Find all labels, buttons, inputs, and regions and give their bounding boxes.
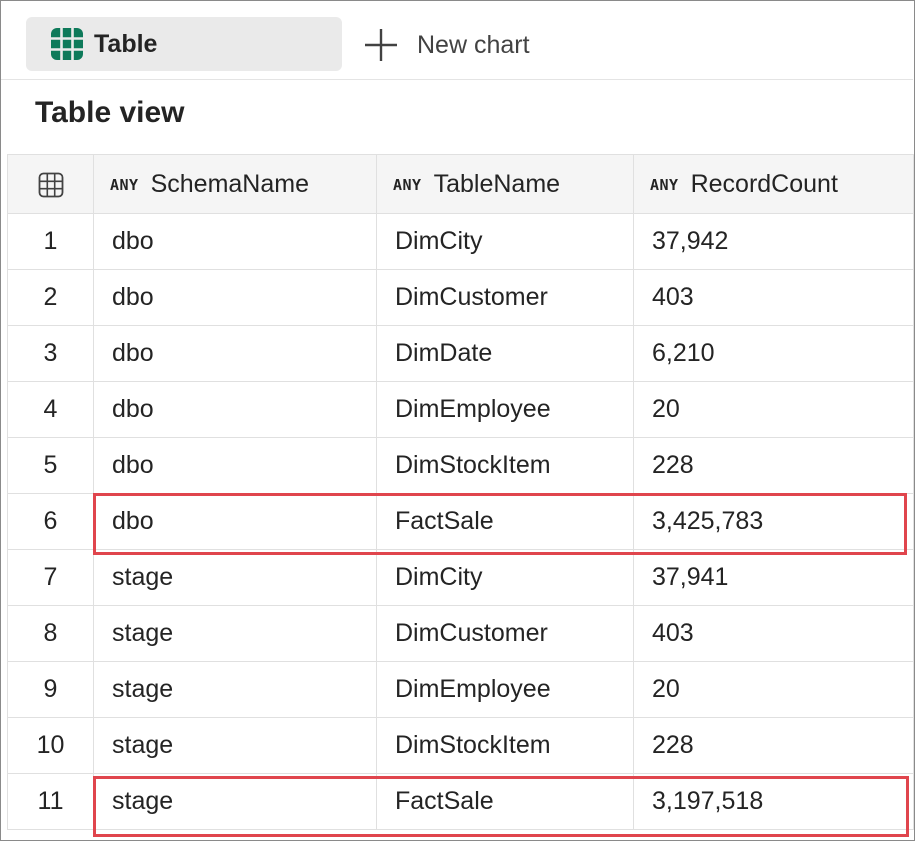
table-row[interactable]: 4 dbo DimEmployee 20 <box>7 381 914 438</box>
table-row[interactable]: 6 dbo FactSale 3,425,783 <box>7 493 914 550</box>
cell-tablename[interactable]: DimEmployee <box>376 381 634 438</box>
column-header-recordcount[interactable]: ANY RecordCount <box>633 154 914 214</box>
table-row[interactable]: 7 stage DimCity 37,941 <box>7 549 914 606</box>
cell-recordcount[interactable]: 37,942 <box>633 213 914 270</box>
cell-schemaname[interactable]: dbo <box>93 213 377 270</box>
table-row[interactable]: 10 stage DimStockItem 228 <box>7 717 914 774</box>
cell-recordcount[interactable]: 3,197,518 <box>633 773 914 830</box>
row-number: 3 <box>7 325 94 382</box>
table-row[interactable]: 9 stage DimEmployee 20 <box>7 661 914 718</box>
view-header: Table view <box>1 80 913 154</box>
row-number: 10 <box>7 717 94 774</box>
column-header-tablename[interactable]: ANY TableName <box>376 154 634 214</box>
cell-schemaname[interactable]: stage <box>93 661 377 718</box>
row-number: 11 <box>7 773 94 830</box>
cell-tablename[interactable]: DimStockItem <box>376 437 634 494</box>
cell-schemaname[interactable]: stage <box>93 773 377 830</box>
table-small-icon <box>37 171 65 199</box>
cell-schemaname[interactable]: dbo <box>93 381 377 438</box>
row-number: 2 <box>7 269 94 326</box>
column-header-label: SchemaName <box>150 169 309 198</box>
cell-recordcount[interactable]: 37,941 <box>633 549 914 606</box>
cell-tablename[interactable]: DimCustomer <box>376 605 634 662</box>
cell-tablename[interactable]: DimDate <box>376 325 634 382</box>
cell-tablename[interactable]: DimStockItem <box>376 717 634 774</box>
cell-recordcount[interactable]: 6,210 <box>633 325 914 382</box>
cell-tablename[interactable]: FactSale <box>376 773 634 830</box>
select-all-cell[interactable] <box>7 154 94 214</box>
table-row[interactable]: 1 dbo DimCity 37,942 <box>7 213 914 270</box>
cell-recordcount[interactable]: 228 <box>633 717 914 774</box>
row-number: 8 <box>7 605 94 662</box>
cell-schemaname[interactable]: stage <box>93 717 377 774</box>
cell-tablename[interactable]: DimCity <box>376 213 634 270</box>
table-row[interactable]: 8 stage DimCustomer 403 <box>7 605 914 662</box>
cell-schemaname[interactable]: dbo <box>93 437 377 494</box>
column-header-label: RecordCount <box>690 169 838 198</box>
tab-table[interactable]: Table <box>26 17 342 71</box>
row-number: 7 <box>7 549 94 606</box>
row-number: 5 <box>7 437 94 494</box>
table-row[interactable]: 11 stage FactSale 3,197,518 <box>7 773 914 830</box>
cell-tablename[interactable]: DimCity <box>376 549 634 606</box>
column-type-tag: ANY <box>393 175 422 194</box>
row-number: 9 <box>7 661 94 718</box>
row-number: 1 <box>7 213 94 270</box>
page-title: Table view <box>35 96 185 129</box>
cell-schemaname[interactable]: stage <box>93 549 377 606</box>
column-header-label: TableName <box>433 169 561 198</box>
cell-recordcount[interactable]: 228 <box>633 437 914 494</box>
new-chart-label: New chart <box>417 30 530 59</box>
plus-icon <box>363 27 399 63</box>
table-row[interactable]: 5 dbo DimStockItem 228 <box>7 437 914 494</box>
column-type-tag: ANY <box>110 175 139 194</box>
data-grid: ANY SchemaName ANY TableName ANY RecordCoun… <box>7 154 914 840</box>
cell-tablename[interactable]: FactSale <box>376 493 634 550</box>
cell-schemaname[interactable]: dbo <box>93 269 377 326</box>
cell-recordcount[interactable]: 20 <box>633 381 914 438</box>
table-grid-icon <box>50 27 84 61</box>
cell-tablename[interactable]: DimCustomer <box>376 269 634 326</box>
cell-recordcount[interactable]: 3,425,783 <box>633 493 914 550</box>
header-row: ANY SchemaName ANY TableName ANY RecordCoun… <box>7 154 914 214</box>
cell-recordcount[interactable]: 20 <box>633 661 914 718</box>
cell-schemaname[interactable]: dbo <box>93 325 377 382</box>
table-row[interactable]: 3 dbo DimDate 6,210 <box>7 325 914 382</box>
results-table: ANY SchemaName ANY TableName ANY RecordCoun… <box>7 154 914 830</box>
cell-recordcount[interactable]: 403 <box>633 269 914 326</box>
tab-table-label: Table <box>94 29 158 58</box>
table-row[interactable]: 2 dbo DimCustomer 403 <box>7 269 914 326</box>
toolbar: Table New chart <box>1 1 913 80</box>
cell-schemaname[interactable]: dbo <box>93 493 377 550</box>
cell-tablename[interactable]: DimEmployee <box>376 661 634 718</box>
cell-recordcount[interactable]: 403 <box>633 605 914 662</box>
row-number: 4 <box>7 381 94 438</box>
column-type-tag: ANY <box>650 175 679 194</box>
new-chart-button[interactable]: New chart <box>363 23 530 67</box>
row-number: 6 <box>7 493 94 550</box>
cell-schemaname[interactable]: stage <box>93 605 377 662</box>
column-header-schemaname[interactable]: ANY SchemaName <box>93 154 377 214</box>
